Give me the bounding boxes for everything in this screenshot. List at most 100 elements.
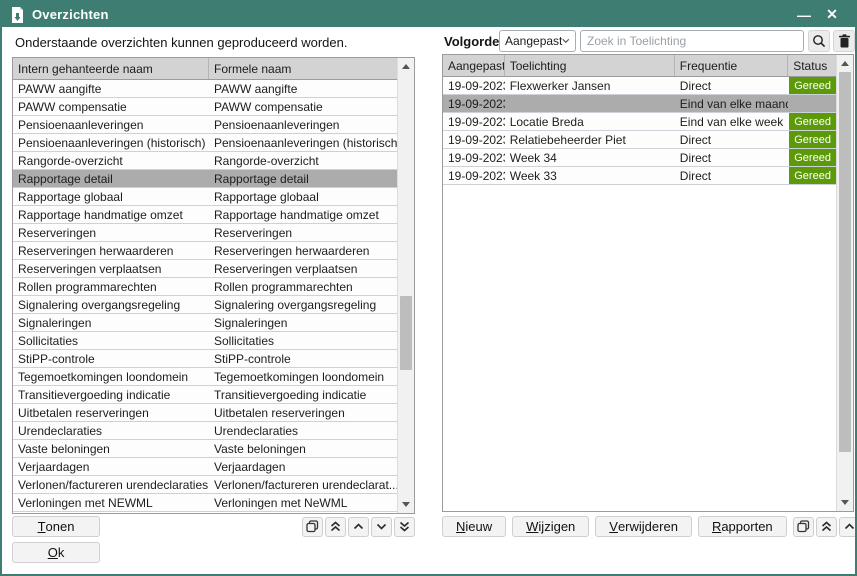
table-row[interactable]: Reserveringen verplaatsenReserveringen v… xyxy=(13,260,397,278)
table-cell: Reserveringen xyxy=(13,224,209,241)
table-row[interactable]: Rollen programmarechtenRollen programmar… xyxy=(13,278,397,296)
move-down-button[interactable] xyxy=(371,517,392,537)
table-row[interactable]: SollicitatiesSollicitaties xyxy=(13,332,397,350)
volgorde-dropdown[interactable]: Aangepast xyxy=(499,30,576,52)
move-up-button[interactable] xyxy=(348,517,369,537)
table-row[interactable]: UrendeclaratiesUrendeclaraties xyxy=(13,422,397,440)
scrollbar-thumb[interactable] xyxy=(839,72,851,452)
table-cell: Direct xyxy=(675,167,788,184)
table-cell: Tegemoetkomingen loondomein xyxy=(209,368,397,385)
search-button[interactable] xyxy=(808,30,830,52)
nieuw-button[interactable]: Nieuw xyxy=(442,516,506,537)
table-row[interactable]: 19-09-2023Flexwerker JansenDirectGereed xyxy=(443,77,836,95)
table-cell: Pensioenaanleveringen (historisch) xyxy=(13,134,209,151)
geplande-overzichten-header: Aangepast Toelichting Frequentie Status xyxy=(443,55,836,77)
table-row[interactable]: Rangorde-overzichtRangorde-overzicht xyxy=(13,152,397,170)
table-row[interactable]: StiPP-controleStiPP-controle xyxy=(13,350,397,368)
move-top-button[interactable] xyxy=(816,517,837,537)
tonen-button[interactable]: Tonen xyxy=(12,516,100,537)
table-row[interactable]: Verloningen met NEWMLVerloningen met NeW… xyxy=(13,494,397,512)
duplicate-button[interactable] xyxy=(793,517,814,537)
table-row[interactable]: VerjaardagenVerjaardagen xyxy=(13,458,397,476)
scroll-up-icon[interactable] xyxy=(398,59,414,74)
table-cell: 19-09-2023 xyxy=(443,77,505,94)
table-cell: Rollen programmarechten xyxy=(13,278,209,295)
scroll-up-icon[interactable] xyxy=(837,56,853,71)
table-cell: Rapportage handmatige omzet xyxy=(209,206,397,223)
table-cell: Direct xyxy=(675,131,788,148)
table-row[interactable]: Rapportage detailRapportage detail xyxy=(13,170,397,188)
left-bottom-bar: Tonen xyxy=(12,516,415,537)
trash-icon xyxy=(838,34,851,48)
table-cell: Flexwerker Jansen xyxy=(505,77,675,94)
table-row[interactable]: 19-09-2023Relatiebeheerder PietDirectGer… xyxy=(443,131,836,149)
table-cell xyxy=(505,95,675,112)
table-cell: Sollicitaties xyxy=(13,332,209,349)
table-row[interactable]: Rapportage handmatige omzetRapportage ha… xyxy=(13,206,397,224)
table-row[interactable]: Signalering overgangsregelingSignalering… xyxy=(13,296,397,314)
scroll-down-icon[interactable] xyxy=(398,497,414,512)
search-input[interactable] xyxy=(580,30,804,52)
table-cell: PAWW compensatie xyxy=(209,98,397,115)
overzichten-table-scrollbar[interactable] xyxy=(397,58,414,513)
table-cell: Urendeclaraties xyxy=(13,422,209,439)
table-cell: Rapportage globaal xyxy=(13,188,209,205)
left-panel-description: Onderstaande overzichten kunnen geproduc… xyxy=(15,35,347,50)
table-cell: Transitievergoeding indicatie xyxy=(13,386,209,403)
move-top-button[interactable] xyxy=(325,517,346,537)
scroll-down-icon[interactable] xyxy=(837,495,853,510)
table-cell: Verloningen met NEWML xyxy=(13,494,209,511)
minimize-button[interactable]: — xyxy=(790,4,818,26)
status-badge: Gereed xyxy=(788,149,836,166)
table-row[interactable]: Vaste beloningenVaste beloningen xyxy=(13,440,397,458)
table-cell: Uitbetalen reserveringen xyxy=(209,404,397,421)
table-cell: Eind van elke week xyxy=(675,113,788,130)
duplicate-button[interactable] xyxy=(302,517,323,537)
left-move-icon-group xyxy=(302,517,415,537)
column-header-status[interactable]: Status xyxy=(788,55,836,76)
rapporten-button[interactable]: Rapporten xyxy=(698,516,787,537)
scrollbar-thumb[interactable] xyxy=(400,296,412,370)
table-cell: Rangorde-overzicht xyxy=(13,152,209,169)
table-row[interactable]: PAWW compensatiePAWW compensatie xyxy=(13,98,397,116)
table-cell: Transitievergoeding indicatie xyxy=(209,386,397,403)
geplande-overzichten-scrollbar[interactable] xyxy=(836,55,853,511)
double-chevron-up-icon xyxy=(330,521,341,532)
document-icon xyxy=(11,7,24,23)
chevron-up-icon xyxy=(844,523,855,530)
column-header-toelichting[interactable]: Toelichting xyxy=(505,55,675,76)
column-header-frequentie[interactable]: Frequentie xyxy=(675,55,788,76)
table-row[interactable]: Transitievergoeding indicatieTransitieve… xyxy=(13,386,397,404)
table-row[interactable]: PAWW aangiftePAWW aangifte xyxy=(13,80,397,98)
column-header-formele-naam[interactable]: Formele naam xyxy=(209,58,397,79)
table-row[interactable]: Verlonen/factureren urendeclaratiesVerlo… xyxy=(13,476,397,494)
table-row[interactable]: Uitbetalen reserveringenUitbetalen reser… xyxy=(13,404,397,422)
move-up-button[interactable] xyxy=(839,517,857,537)
table-cell: Vaste beloningen xyxy=(209,440,397,457)
ok-button[interactable]: Ok xyxy=(12,542,100,563)
move-bottom-button[interactable] xyxy=(394,517,415,537)
wijzigen-button[interactable]: Wijzigen xyxy=(512,516,589,537)
status-badge: Gereed xyxy=(788,113,836,130)
table-row[interactable]: 19-09-2023Eind van elke maand xyxy=(443,95,836,113)
table-row[interactable]: Pensioenaanleveringen (historisch)Pensio… xyxy=(13,134,397,152)
table-row[interactable]: Tegemoetkomingen loondomeinTegemoetkomin… xyxy=(13,368,397,386)
column-header-intern-naam[interactable]: Intern gehanteerde naam xyxy=(13,58,209,79)
table-cell: 19-09-2023 xyxy=(443,167,505,184)
table-row[interactable]: 19-09-2023Week 33DirectGereed xyxy=(443,167,836,185)
close-button[interactable]: ✕ xyxy=(818,4,846,26)
copy-icon xyxy=(797,520,810,533)
table-row[interactable]: SignaleringenSignaleringen xyxy=(13,314,397,332)
table-row[interactable]: 19-09-2023Week 34DirectGereed xyxy=(443,149,836,167)
table-cell: Pensioenaanleveringen xyxy=(13,116,209,133)
table-row[interactable]: PensioenaanleveringenPensioenaanlevering… xyxy=(13,116,397,134)
verwijderen-button[interactable]: Verwijderen xyxy=(595,516,692,537)
table-cell: Relatiebeheerder Piet xyxy=(505,131,675,148)
table-row[interactable]: 19-09-2023Locatie BredaEind van elke wee… xyxy=(443,113,836,131)
status-badge: Gereed xyxy=(788,131,836,148)
table-row[interactable]: ReserveringenReserveringen xyxy=(13,224,397,242)
table-row[interactable]: Reserveringen herwaarderenReserveringen … xyxy=(13,242,397,260)
column-header-aangepast[interactable]: Aangepast xyxy=(443,55,505,76)
table-row[interactable]: Rapportage globaalRapportage globaal xyxy=(13,188,397,206)
clear-search-button[interactable] xyxy=(833,30,855,52)
